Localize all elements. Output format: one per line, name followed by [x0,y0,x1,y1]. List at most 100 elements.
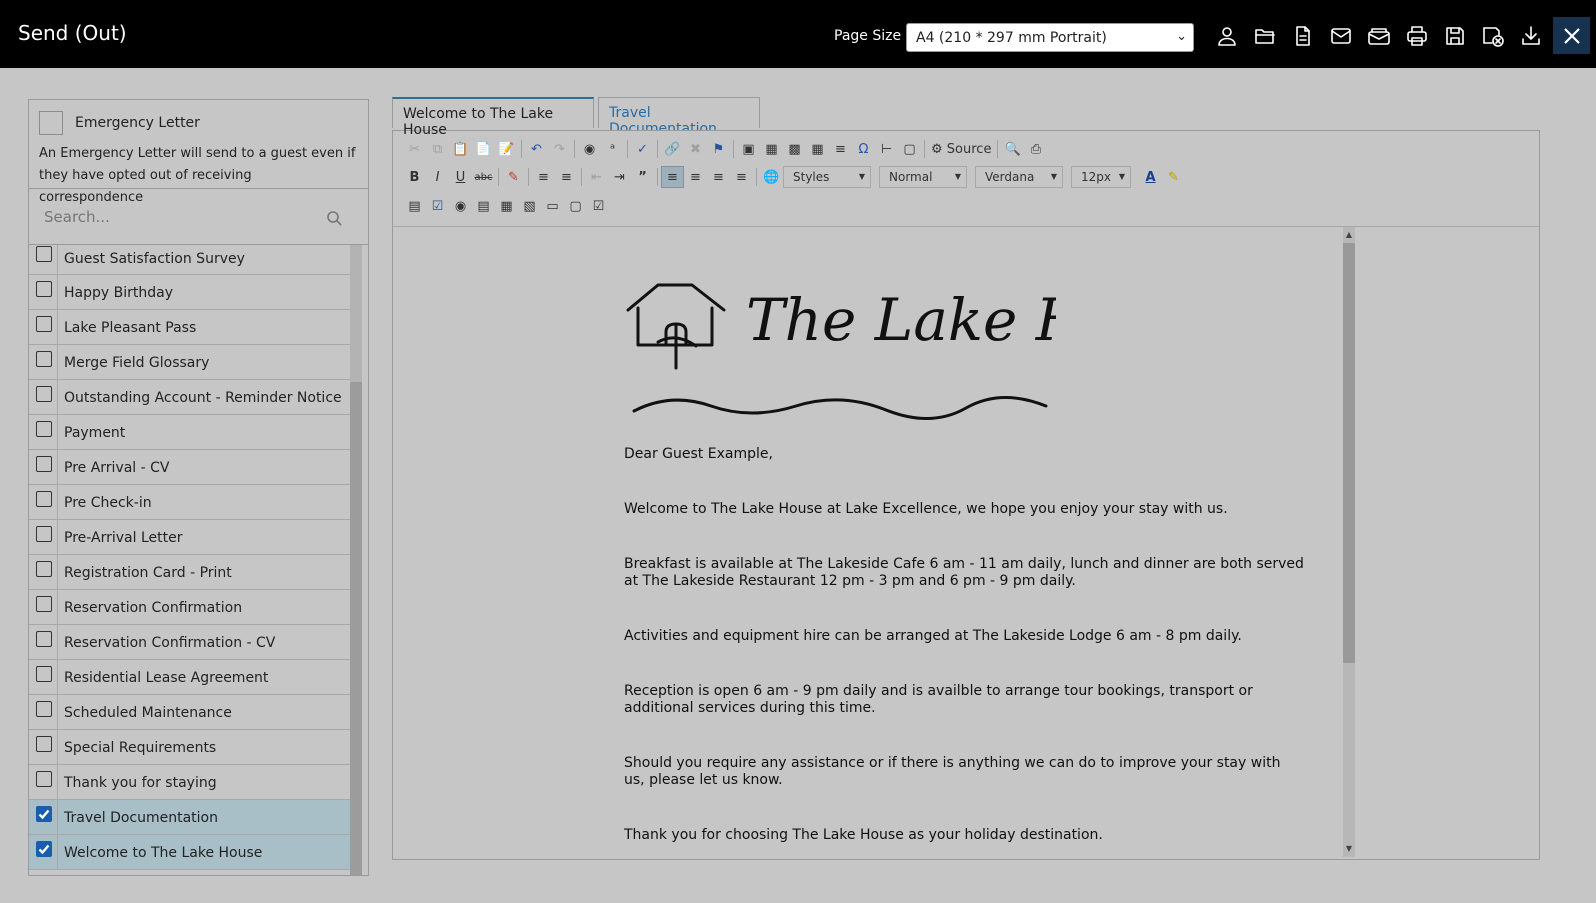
letter-checkbox[interactable] [36,701,52,717]
radio-icon[interactable]: ◉ [449,195,472,217]
print-icon[interactable]: ⎙ [1024,138,1047,160]
select-field-icon[interactable]: ▧ [518,195,541,217]
align-left-icon[interactable]: ≡ [661,166,684,188]
letter-list-item[interactable]: Special Requirements [29,730,350,765]
page-break-icon[interactable]: ⊢ [875,138,898,160]
iframe-icon[interactable]: ▢ [898,138,921,160]
letter-list-item[interactable]: Lake Pleasant Pass [29,310,350,345]
tab-welcome[interactable]: Welcome to The Lake House [392,97,594,138]
scroll-down-icon[interactable]: ▼ [1343,843,1355,855]
bold-icon[interactable]: B [403,166,426,188]
letter-checkbox[interactable] [36,491,52,507]
blockquote-icon[interactable]: ” [631,166,654,188]
letter-list-item[interactable]: Pre Arrival - CV [29,450,350,485]
search-bar[interactable]: Search... [29,189,368,245]
font-size-dropdown[interactable]: 12px ▼ [1071,166,1131,188]
source-button[interactable]: ⚙ Source [928,138,994,160]
letter-list-item[interactable]: Welcome to The Lake House [29,835,350,870]
find-icon[interactable]: ◉ [578,138,601,160]
textarea-icon[interactable]: ▦ [495,195,518,217]
letter-list-item[interactable]: Payment [29,415,350,450]
table-icon[interactable]: ▦ [806,138,829,160]
font-dropdown[interactable]: Verdana ▼ [975,166,1063,188]
language-icon[interactable]: 🌐 [760,166,783,188]
letter-checkbox[interactable] [36,246,52,262]
link-icon[interactable]: 🔗 [661,138,684,160]
letter-checkbox[interactable] [36,806,52,822]
button-field-icon[interactable]: ▭ [541,195,564,217]
text-field-icon[interactable]: ▤ [472,195,495,217]
letter-checkbox[interactable] [36,456,52,472]
copy-icon[interactable]: ⧉ [426,138,449,160]
bulleted-list-icon[interactable]: ≡ [555,166,578,188]
underline-icon[interactable]: U [449,166,472,188]
download-icon[interactable] [1512,18,1550,54]
letter-list-item[interactable]: Residential Lease Agreement [29,660,350,695]
image-icon[interactable]: ▣ [737,138,760,160]
letter-list-item[interactable]: Scheduled Maintenance [29,695,350,730]
search-input[interactable]: Search... [44,208,110,226]
letter-list-item[interactable]: Thank you for staying [29,765,350,800]
letter-list-item[interactable]: Reservation Confirmation - CV [29,625,350,660]
preview-icon[interactable]: 🔍 [1001,138,1024,160]
replace-icon[interactable]: ᵃ [601,138,624,160]
checkbox-field-icon[interactable]: ☑ [426,195,449,217]
letter-list-item[interactable]: Happy Birthday [29,275,350,310]
close-button[interactable] [1553,17,1590,54]
document-scrollbar-thumb[interactable] [1343,243,1355,663]
flash-icon[interactable]: ▩ [783,138,806,160]
emergency-letter-checkbox[interactable] [39,111,63,135]
letter-checkbox[interactable] [36,281,52,297]
text-color-icon[interactable]: A [1139,166,1162,188]
hidden-field-icon[interactable]: ▢ [564,195,587,217]
email-merge-icon[interactable] [1360,18,1398,54]
letter-list-item[interactable]: Guest Satisfaction Survey [29,245,350,275]
unlink-icon[interactable]: ✖ [684,138,707,160]
tab-travel-documentation[interactable]: Travel Documentation [598,97,760,137]
letter-checkbox[interactable] [36,526,52,542]
letter-checkbox[interactable] [36,351,52,367]
list-scrollbar[interactable] [350,245,362,875]
letter-list-item[interactable]: Travel Documentation [29,800,350,835]
folder-icon[interactable] [1246,18,1284,54]
align-right-icon[interactable]: ≡ [707,166,730,188]
paste-text-icon[interactable]: 📄 [472,138,495,160]
background-color-icon[interactable]: ✎ [1162,166,1185,188]
spellcheck-icon[interactable]: ✓ [631,138,654,160]
paste-icon[interactable]: 📋 [449,138,472,160]
letter-list-item[interactable]: Pre-Arrival Letter [29,520,350,555]
letter-checkbox[interactable] [36,386,52,402]
letter-list-item[interactable]: Outstanding Account - Reminder Notice [29,380,350,415]
list-scrollbar-thumb[interactable] [350,382,362,875]
letter-checkbox[interactable] [36,841,52,857]
letter-checkbox[interactable] [36,736,52,752]
format-dropdown[interactable]: Normal ▼ [879,166,967,188]
letter-checkbox[interactable] [36,421,52,437]
align-center-icon[interactable]: ≡ [684,166,707,188]
letter-list-item[interactable]: Registration Card - Print [29,555,350,590]
printer-icon[interactable] [1398,18,1436,54]
italic-icon[interactable]: I [426,166,449,188]
cut-icon[interactable]: ✂ [403,138,426,160]
strikethrough-icon[interactable]: abc [472,166,495,188]
save-close-icon[interactable] [1474,18,1512,54]
document-body[interactable]: Dear Guest Example, Welcome to The Lake H… [624,446,1304,859]
special-char-icon[interactable]: Ω [852,138,875,160]
styles-dropdown[interactable]: Styles ▼ [783,166,871,188]
template-icon[interactable]: ☑ [587,195,610,217]
indent-icon[interactable]: ⇥ [608,166,631,188]
letter-checkbox[interactable] [36,631,52,647]
search-icon[interactable] [326,210,342,226]
horizontal-rule-icon[interactable]: ≡ [829,138,852,160]
letter-checkbox[interactable] [36,666,52,682]
letter-checkbox[interactable] [36,771,52,787]
user-icon[interactable] [1208,18,1246,54]
page-size-select[interactable]: A4 (210 * 297 mm Portrait) ⌄ [906,23,1194,52]
form-icon[interactable]: ▤ [403,195,426,217]
numbered-list-icon[interactable]: ≡ [532,166,555,188]
envelope-icon[interactable] [1322,18,1360,54]
paste-word-icon[interactable]: 📝 [495,138,518,160]
scroll-up-icon[interactable]: ▲ [1343,229,1355,241]
justify-icon[interactable]: ≡ [730,166,753,188]
remove-format-icon[interactable]: ✎ [502,166,525,188]
